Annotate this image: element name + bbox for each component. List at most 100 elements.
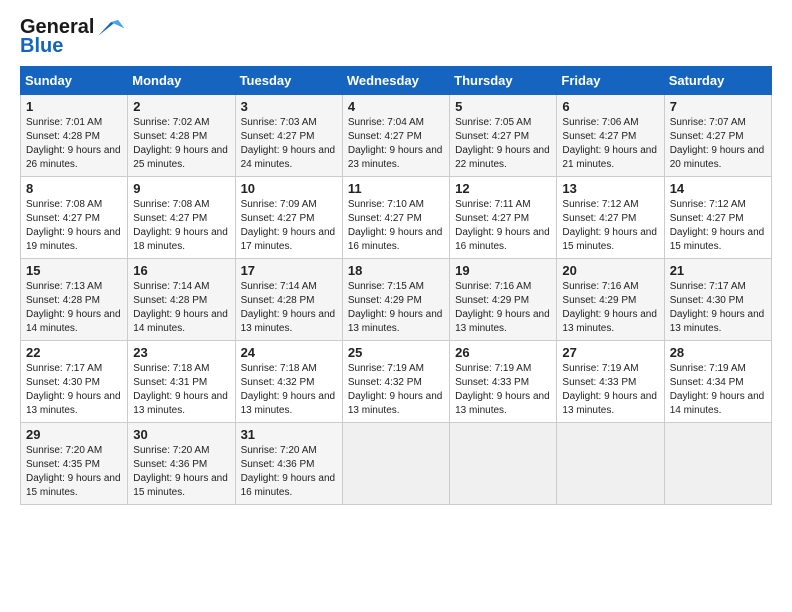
weekday-header-sunday: Sunday <box>21 67 128 95</box>
day-number: 15 <box>26 263 122 278</box>
day-number: 16 <box>133 263 229 278</box>
day-number: 13 <box>562 181 658 196</box>
week-row-2: 8 Sunrise: 7:08 AMSunset: 4:27 PMDaylight… <box>21 177 772 259</box>
calendar-cell: 28Sunrise: 7:19 AMSunset: 4:34 PMDayligh… <box>664 341 771 423</box>
calendar-cell: 27 Sunrise: 7:19 AMSunset: 4:33 PMDayligh… <box>557 341 664 423</box>
calendar-cell: 8 Sunrise: 7:08 AMSunset: 4:27 PMDaylight… <box>21 177 128 259</box>
weekday-header-friday: Friday <box>557 67 664 95</box>
day-number: 27 <box>562 345 658 360</box>
day-number: 20 <box>562 263 658 278</box>
day-info: Sunrise: 7:19 AMSunset: 4:33 PMDaylight:… <box>455 362 551 418</box>
day-number: 4 <box>348 99 444 114</box>
day-info: Sunrise: 7:18 AMSunset: 4:31 PMDaylight:… <box>133 362 229 418</box>
day-info: Sunrise: 7:12 AMSunset: 4:27 PMDaylight:… <box>562 198 658 254</box>
day-info: Sunrise: 7:20 AMSunset: 4:36 PMDaylight:… <box>241 444 337 500</box>
calendar-cell: 7 Sunrise: 7:07 AMSunset: 4:27 PMDaylight… <box>664 95 771 177</box>
calendar-cell: 2 Sunrise: 7:02 AMSunset: 4:28 PMDaylight… <box>128 95 235 177</box>
weekday-header-tuesday: Tuesday <box>235 67 342 95</box>
day-info: Sunrise: 7:04 AMSunset: 4:27 PMDaylight:… <box>348 116 444 172</box>
page-header: General Blue <box>20 16 772 58</box>
day-info: Sunrise: 7:16 AMSunset: 4:29 PMDaylight:… <box>455 280 551 336</box>
calendar-cell <box>664 423 771 505</box>
calendar-cell: 20 Sunrise: 7:16 AMSunset: 4:29 PMDayligh… <box>557 259 664 341</box>
day-info: Sunrise: 7:01 AMSunset: 4:28 PMDaylight:… <box>26 116 122 172</box>
day-info: Sunrise: 7:11 AMSunset: 4:27 PMDaylight:… <box>455 198 551 254</box>
day-number: 23 <box>133 345 229 360</box>
day-info: Sunrise: 7:08 AMSunset: 4:27 PMDaylight:… <box>133 198 229 254</box>
calendar-cell <box>342 423 449 505</box>
day-info: Sunrise: 7:19 AMSunset: 4:32 PMDaylight:… <box>348 362 444 418</box>
day-number: 11 <box>348 181 444 196</box>
calendar-cell: 11 Sunrise: 7:10 AMSunset: 4:27 PMDayligh… <box>342 177 449 259</box>
weekday-header-monday: Monday <box>128 67 235 95</box>
day-info: Sunrise: 7:05 AMSunset: 4:27 PMDaylight:… <box>455 116 551 172</box>
calendar-cell: 19 Sunrise: 7:16 AMSunset: 4:29 PMDayligh… <box>450 259 557 341</box>
weekday-header-thursday: Thursday <box>450 67 557 95</box>
day-info: Sunrise: 7:15 AMSunset: 4:29 PMDaylight:… <box>348 280 444 336</box>
calendar-cell: 18 Sunrise: 7:15 AMSunset: 4:29 PMDayligh… <box>342 259 449 341</box>
day-info: Sunrise: 7:07 AMSunset: 4:27 PMDaylight:… <box>670 116 766 172</box>
calendar-cell: 26Sunrise: 7:19 AMSunset: 4:33 PMDayligh… <box>450 341 557 423</box>
calendar-cell: 1Sunrise: 7:01 AMSunset: 4:28 PMDaylight… <box>21 95 128 177</box>
logo: General Blue <box>20 16 126 58</box>
day-number: 28 <box>670 345 766 360</box>
calendar-cell: 5 Sunrise: 7:05 AMSunset: 4:27 PMDaylight… <box>450 95 557 177</box>
day-info: Sunrise: 7:19 AMSunset: 4:33 PMDaylight:… <box>562 362 658 418</box>
calendar-cell: 3Sunrise: 7:03 AMSunset: 4:27 PMDaylight… <box>235 95 342 177</box>
day-info: Sunrise: 7:14 AMSunset: 4:28 PMDaylight:… <box>241 280 337 336</box>
weekday-header-saturday: Saturday <box>664 67 771 95</box>
day-number: 8 <box>26 181 122 196</box>
day-info: Sunrise: 7:20 AMSunset: 4:35 PMDaylight:… <box>26 444 122 500</box>
day-number: 24 <box>241 345 337 360</box>
calendar-cell: 25 Sunrise: 7:19 AMSunset: 4:32 PMDayligh… <box>342 341 449 423</box>
calendar-cell: 14Sunrise: 7:12 AMSunset: 4:27 PMDayligh… <box>664 177 771 259</box>
calendar-cell: 17 Sunrise: 7:14 AMSunset: 4:28 PMDayligh… <box>235 259 342 341</box>
week-row-4: 22Sunrise: 7:17 AMSunset: 4:30 PMDayligh… <box>21 341 772 423</box>
calendar-cell: 29 Sunrise: 7:20 AMSunset: 4:35 PMDayligh… <box>21 423 128 505</box>
day-info: Sunrise: 7:17 AMSunset: 4:30 PMDaylight:… <box>670 280 766 336</box>
week-row-1: 1Sunrise: 7:01 AMSunset: 4:28 PMDaylight… <box>21 95 772 177</box>
logo-icon <box>96 18 126 38</box>
day-info: Sunrise: 7:03 AMSunset: 4:27 PMDaylight:… <box>241 116 337 172</box>
day-number: 19 <box>455 263 551 278</box>
day-number: 17 <box>241 263 337 278</box>
day-number: 25 <box>348 345 444 360</box>
day-info: Sunrise: 7:16 AMSunset: 4:29 PMDaylight:… <box>562 280 658 336</box>
day-info: Sunrise: 7:08 AMSunset: 4:27 PMDaylight:… <box>26 198 122 254</box>
day-number: 9 <box>133 181 229 196</box>
calendar-cell: 30 Sunrise: 7:20 AMSunset: 4:36 PMDayligh… <box>128 423 235 505</box>
logo-blue: Blue <box>20 35 63 58</box>
day-number: 18 <box>348 263 444 278</box>
weekday-header-row: SundayMondayTuesdayWednesdayThursdayFrid… <box>21 67 772 95</box>
calendar-cell <box>557 423 664 505</box>
day-number: 5 <box>455 99 551 114</box>
day-info: Sunrise: 7:18 AMSunset: 4:32 PMDaylight:… <box>241 362 337 418</box>
day-number: 2 <box>133 99 229 114</box>
day-info: Sunrise: 7:09 AMSunset: 4:27 PMDaylight:… <box>241 198 337 254</box>
day-number: 29 <box>26 427 122 442</box>
calendar-cell: 23 Sunrise: 7:18 AMSunset: 4:31 PMDayligh… <box>128 341 235 423</box>
calendar-cell: 22Sunrise: 7:17 AMSunset: 4:30 PMDayligh… <box>21 341 128 423</box>
calendar-cell: 4 Sunrise: 7:04 AMSunset: 4:27 PMDaylight… <box>342 95 449 177</box>
day-info: Sunrise: 7:13 AMSunset: 4:28 PMDaylight:… <box>26 280 122 336</box>
calendar-cell: 9 Sunrise: 7:08 AMSunset: 4:27 PMDaylight… <box>128 177 235 259</box>
calendar-cell: 31 Sunrise: 7:20 AMSunset: 4:36 PMDayligh… <box>235 423 342 505</box>
day-number: 31 <box>241 427 337 442</box>
day-info: Sunrise: 7:20 AMSunset: 4:36 PMDaylight:… <box>133 444 229 500</box>
calendar-cell: 12 Sunrise: 7:11 AMSunset: 4:27 PMDayligh… <box>450 177 557 259</box>
day-info: Sunrise: 7:02 AMSunset: 4:28 PMDaylight:… <box>133 116 229 172</box>
calendar-cell: 10Sunrise: 7:09 AMSunset: 4:27 PMDayligh… <box>235 177 342 259</box>
week-row-5: 29 Sunrise: 7:20 AMSunset: 4:35 PMDayligh… <box>21 423 772 505</box>
calendar-cell: 15 Sunrise: 7:13 AMSunset: 4:28 PMDayligh… <box>21 259 128 341</box>
day-number: 21 <box>670 263 766 278</box>
weekday-header-wednesday: Wednesday <box>342 67 449 95</box>
day-number: 6 <box>562 99 658 114</box>
day-info: Sunrise: 7:10 AMSunset: 4:27 PMDaylight:… <box>348 198 444 254</box>
day-info: Sunrise: 7:06 AMSunset: 4:27 PMDaylight:… <box>562 116 658 172</box>
day-number: 30 <box>133 427 229 442</box>
day-number: 7 <box>670 99 766 114</box>
day-info: Sunrise: 7:12 AMSunset: 4:27 PMDaylight:… <box>670 198 766 254</box>
calendar-cell: 16 Sunrise: 7:14 AMSunset: 4:28 PMDayligh… <box>128 259 235 341</box>
day-number: 12 <box>455 181 551 196</box>
day-info: Sunrise: 7:14 AMSunset: 4:28 PMDaylight:… <box>133 280 229 336</box>
